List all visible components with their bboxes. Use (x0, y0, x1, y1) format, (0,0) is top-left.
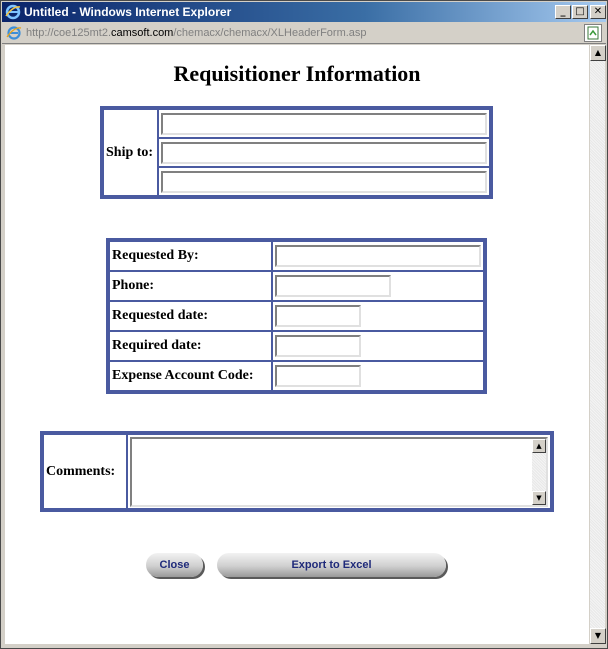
scroll-up-icon[interactable]: ▲ (532, 438, 546, 453)
requested-by-input[interactable] (275, 245, 481, 267)
scroll-down-icon[interactable]: ▼ (532, 490, 546, 505)
page-scrollbar[interactable]: ▲ ▼ (589, 45, 606, 644)
ship-to-table: Ship to: (100, 106, 493, 199)
minimize-button[interactable]: _ (555, 5, 571, 19)
address-url[interactable]: http://coe125mt2.camsoft.com/chemacx/che… (26, 27, 367, 39)
ship-to-line-1[interactable] (161, 112, 487, 135)
scroll-down-icon[interactable]: ▼ (590, 628, 606, 644)
requested-date-input[interactable] (275, 305, 361, 327)
phone-input[interactable] (275, 275, 391, 297)
close-window-button[interactable]: ✕ (590, 5, 606, 19)
window-title: Untitled - Windows Internet Explorer (24, 5, 232, 19)
required-date-input[interactable] (275, 335, 361, 357)
url-prefix: http://coe125mt2. (26, 27, 111, 39)
export-to-excel-button[interactable]: Export to Excel (217, 553, 446, 577)
address-bar[interactable]: http://coe125mt2.camsoft.com/chemacx/che… (2, 22, 606, 44)
ship-to-line-2[interactable] (161, 141, 487, 164)
maximize-button[interactable]: □ (572, 5, 588, 19)
comments-textarea[interactable] (130, 436, 548, 507)
close-button[interactable]: Close (146, 553, 203, 577)
expense-account-code-input[interactable] (275, 365, 361, 387)
comments-scrollbar[interactable]: ▲ ▼ (532, 438, 546, 505)
ship-to-label: Ship to: (103, 109, 158, 196)
comments-label: Comments: (43, 434, 127, 509)
compat-view-icon[interactable] (584, 24, 602, 42)
ship-to-line-3[interactable] (161, 170, 487, 193)
requested-date-label: Requested date: (109, 301, 272, 331)
scroll-up-icon[interactable]: ▲ (590, 45, 606, 61)
comments-textarea-wrap: ▲ ▼ (130, 436, 548, 507)
expense-account-code-label: Expense Account Code: (109, 361, 272, 391)
comments-table: Comments: ▲ ▼ (40, 431, 554, 512)
url-host: camsoft.com (111, 27, 174, 39)
page-content: Requisitioner Information Ship to: Reque… (5, 45, 589, 644)
requested-by-label: Requested By: (109, 241, 272, 271)
ie-icon (5, 4, 21, 20)
required-date-label: Required date: (109, 331, 272, 361)
page-title: Requisitioner Information (173, 61, 421, 86)
ie-page-icon (6, 26, 22, 40)
title-bar[interactable]: Untitled - Windows Internet Explorer _ □… (2, 2, 606, 22)
requisition-details-table: Requested By: Phone: Requested date: Req… (106, 238, 487, 394)
browser-window: Untitled - Windows Internet Explorer _ □… (0, 0, 608, 649)
url-path: /chemacx/chemacx/XLHeaderForm.asp (173, 27, 367, 39)
phone-label: Phone: (109, 271, 272, 301)
page-broken-icon (587, 26, 599, 40)
